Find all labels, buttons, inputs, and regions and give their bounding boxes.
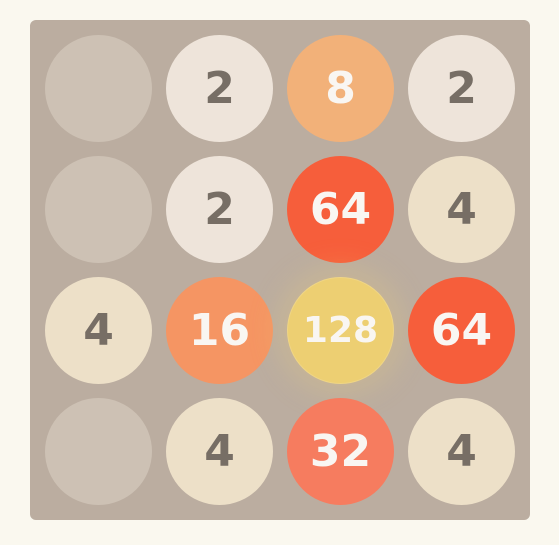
tile-r1-c3: 4: [408, 156, 515, 263]
tile-r3-c0: [45, 398, 152, 505]
tile-r0-c3: 2: [408, 35, 515, 142]
tile-r0-c1: 2: [166, 35, 273, 142]
tile-r1-c0: [45, 156, 152, 263]
tile-r2-c3: 64: [408, 277, 515, 384]
tile-r2-c0: 4: [45, 277, 152, 384]
tile-r2-c1: 16: [166, 277, 273, 384]
tile-r0-c0: [45, 35, 152, 142]
tile-r2-c2: 128: [287, 277, 394, 384]
game-board: 2 8 2 2 64 4 4 16 128 64 4 32 4: [30, 20, 530, 520]
tile-r3-c2: 32: [287, 398, 394, 505]
tile-r3-c3: 4: [408, 398, 515, 505]
tile-r1-c1: 2: [166, 156, 273, 263]
tile-r3-c1: 4: [166, 398, 273, 505]
tile-r1-c2: 64: [287, 156, 394, 263]
tile-r0-c2: 8: [287, 35, 394, 142]
